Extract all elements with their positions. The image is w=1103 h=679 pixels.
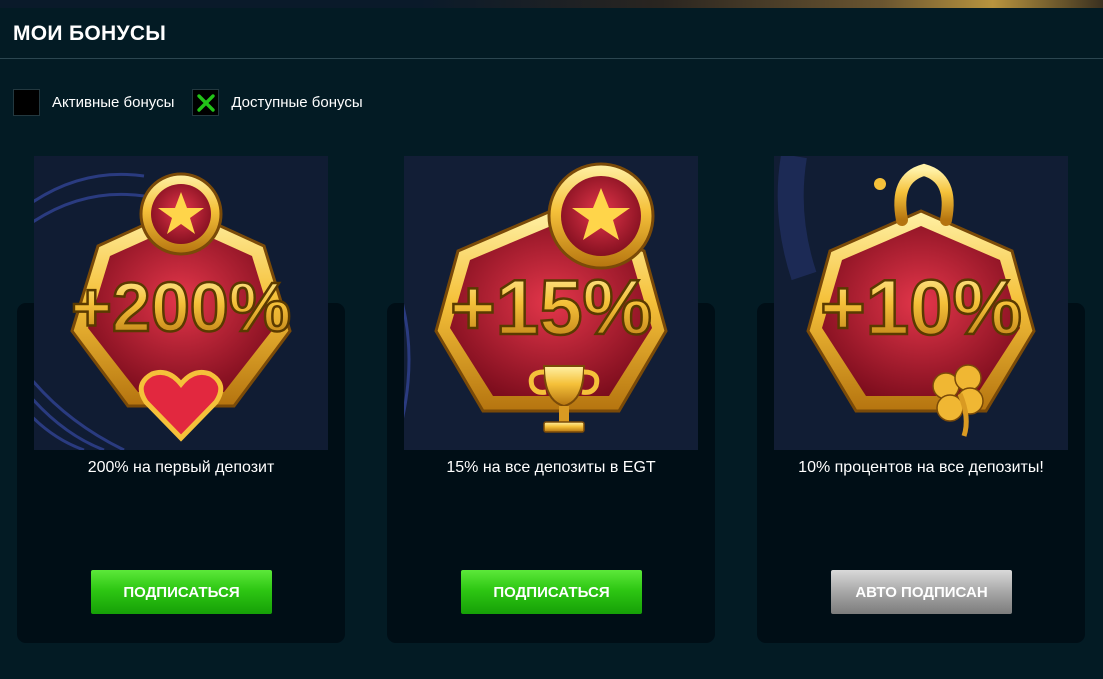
heart-gem-icon (138, 369, 224, 442)
bonus-description: 15% на все депозиты в EGT (446, 459, 656, 476)
bonus-image: +10% (774, 156, 1068, 450)
auto-subscribed-button[interactable]: АВТО ПОДПИСАН (831, 570, 1012, 614)
filter-active-bonuses[interactable]: Активные бонусы (13, 89, 174, 116)
filter-available-bonuses[interactable]: Доступные бонусы (192, 89, 363, 116)
available-bonuses-checkbox[interactable] (192, 89, 220, 116)
bonus-description: 10% процентов на все депозиты! (798, 459, 1044, 476)
page-title: МОИ БОНУСЫ (13, 22, 167, 45)
bonus-percent-text: +10% (820, 263, 1022, 351)
page-header: МОИ БОНУСЫ (0, 8, 1103, 59)
x-mark-icon (197, 93, 215, 112)
subscribe-button[interactable]: ПОДПИСАТЬСЯ (461, 570, 642, 614)
filter-label: Доступные бонусы (231, 94, 363, 111)
bonus-filters: Активные бонусы Доступные бонусы (13, 88, 381, 117)
bonus-percent-text: +200% (71, 268, 291, 346)
bonus-description: 200% на первый депозит (87, 459, 275, 476)
bonus-image: +200% (34, 156, 328, 450)
top-decor-strip (0, 0, 1103, 8)
subscribe-button[interactable]: ПОДПИСАТЬСЯ (91, 570, 272, 614)
active-bonuses-checkbox[interactable] (13, 89, 40, 116)
star-icon (139, 172, 223, 256)
bonus-image: +15% (404, 156, 698, 450)
star-coin-icon (547, 162, 655, 270)
filter-label: Активные бонусы (52, 94, 175, 111)
bonus-percent-text: +15% (450, 263, 652, 351)
